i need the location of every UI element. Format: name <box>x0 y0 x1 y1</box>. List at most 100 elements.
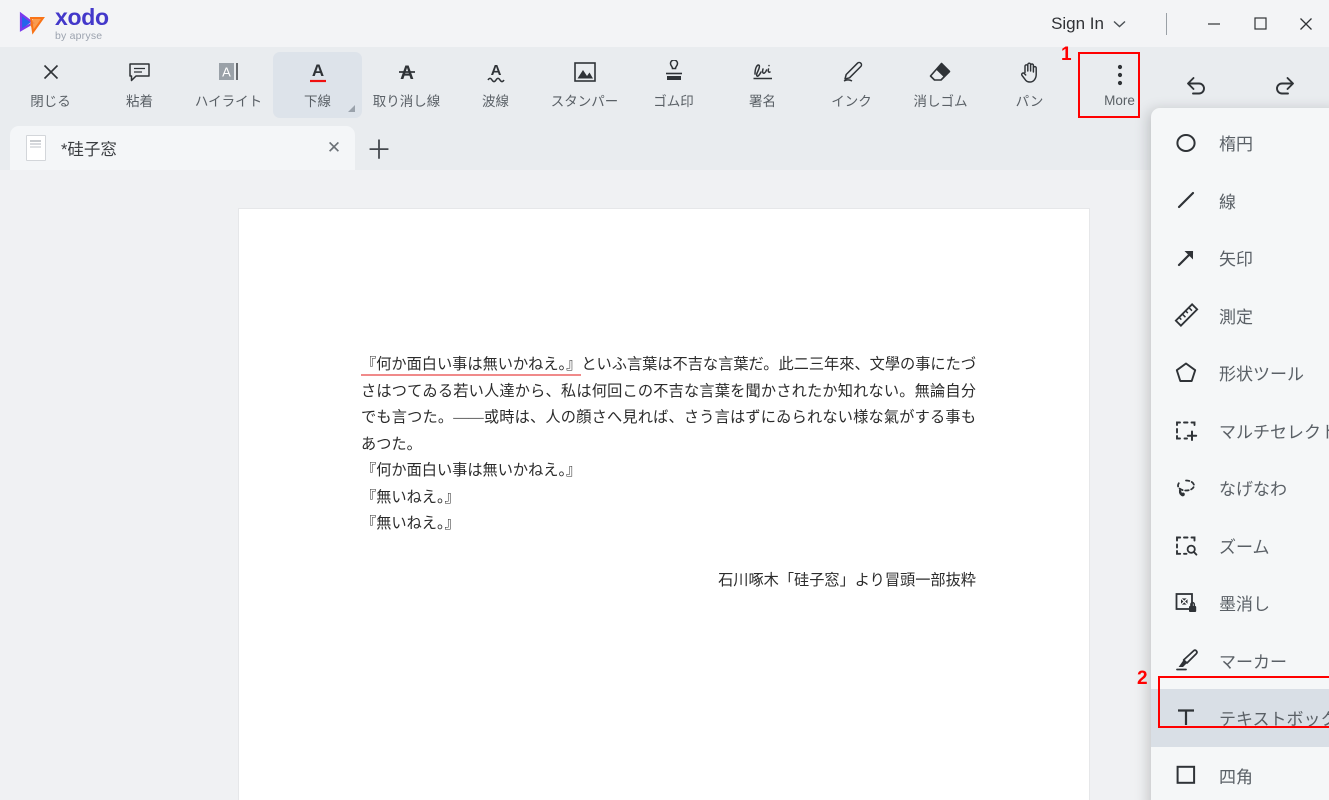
menu-item-square-label: 四角 <box>1219 767 1253 787</box>
svg-text:A: A <box>311 61 323 80</box>
tool-highlight-label: ハイライト <box>194 94 263 109</box>
title-bar: xodo by apryse Sign In <box>0 0 1329 47</box>
menu-item-arrow-label: 矢印 <box>1219 250 1253 270</box>
menu-item-measure-label: 測定 <box>1219 307 1253 327</box>
tool-sticky-note[interactable]: 粘着 <box>95 52 184 118</box>
tool-pan-label: パン <box>1015 94 1044 109</box>
stamp-image-icon <box>573 59 597 85</box>
menu-item-ellipse[interactable]: 楕円 <box>1151 114 1329 172</box>
new-tab-button[interactable]: ＋ <box>355 126 403 170</box>
tab-bar: *硅子窓 ✕ ＋ <box>0 122 1329 170</box>
undo-icon <box>1183 72 1209 98</box>
svg-text:A: A <box>400 63 414 84</box>
eraser-icon <box>928 59 953 85</box>
window-minimize-button[interactable] <box>1191 0 1237 47</box>
tool-squiggly-label: 波線 <box>482 94 509 109</box>
svg-text:A: A <box>490 62 501 79</box>
document-attribution: 石川啄木「硅子窓」より冒頭一部抜粋 <box>718 571 976 589</box>
step-number-2: 2 <box>1137 668 1148 689</box>
underline-icon: A <box>306 59 330 85</box>
highlight-icon: A <box>217 59 241 85</box>
menu-item-zoom-label: ズーム <box>1219 537 1270 557</box>
window-close-button[interactable] <box>1283 0 1329 47</box>
step-number-1: 1 <box>1061 44 1072 65</box>
zoom-select-icon <box>1171 531 1201 559</box>
marker-icon <box>1171 646 1201 674</box>
tool-stamp-image-label: スタンパー <box>550 94 619 109</box>
menu-item-lasso[interactable]: なげなわ <box>1151 459 1329 517</box>
menu-item-line-label: 線 <box>1219 192 1236 212</box>
menu-item-lasso-label: なげなわ <box>1219 480 1287 500</box>
sign-in-button[interactable]: Sign In <box>1043 9 1134 39</box>
line-icon <box>1171 186 1201 214</box>
document-line-1: 『何か面白い事は無いかねえ。』 <box>361 462 582 479</box>
menu-item-arrow[interactable]: 矢印 <box>1151 229 1329 287</box>
xodo-window: xodo by apryse Sign In 閉じる 粘着 A ハイライト A … <box>0 0 1329 800</box>
squiggly-icon: A <box>484 59 508 85</box>
multi-select-icon <box>1171 416 1201 444</box>
document-line-3: 『無いねえ。』 <box>361 515 460 532</box>
tab-close-icon[interactable]: ✕ <box>321 135 347 161</box>
menu-item-square[interactable]: 四角 <box>1151 747 1329 800</box>
tool-stamp-image[interactable]: スタンパー <box>540 52 629 118</box>
menu-item-textbox-label: テキストボックス <box>1219 710 1329 730</box>
strikeout-icon: A <box>395 59 419 85</box>
menu-item-textbox[interactable]: テキストボックス <box>1151 689 1329 747</box>
xodo-logo-icon <box>18 11 48 37</box>
tool-squiggly[interactable]: A 波線 <box>451 52 540 118</box>
underline-annotation[interactable]: 『何か面白い事は無いかねえ。』 <box>361 356 582 376</box>
brand-name: xodo <box>55 3 109 30</box>
ink-pen-icon <box>840 59 864 85</box>
polygon-shape-icon <box>1171 359 1201 387</box>
menu-item-redaction[interactable]: 墨消し <box>1151 574 1329 632</box>
menu-item-measure[interactable]: 測定 <box>1151 287 1329 345</box>
close-icon <box>41 59 61 85</box>
document-text: 『何か面白い事は無いかねえ。』といふ言葉は不吉な言葉だ。此二三年來、文學の事にた… <box>361 352 976 594</box>
sticky-note-icon <box>128 59 151 85</box>
title-divider <box>1166 12 1167 35</box>
tool-strikeout[interactable]: A 取り消し線 <box>362 52 451 118</box>
svg-text:A: A <box>222 65 231 80</box>
document-paragraph: 『何か面白い事は無いかねえ。』といふ言葉は不吉な言葉だ。此二三年來、文學の事にた… <box>361 352 976 458</box>
pdf-page: 『何か面白い事は無いかねえ。』といふ言葉は不吉な言葉だ。此二三年來、文學の事にた… <box>239 209 1089 800</box>
brand-logo: xodo by apryse <box>0 3 109 42</box>
tool-sticky-note-label: 粘着 <box>126 94 153 109</box>
menu-item-multi-select[interactable]: マルチセレクト <box>1151 402 1329 460</box>
menu-item-marker[interactable]: マーカー <box>1151 632 1329 690</box>
page-thumbnail-icon <box>26 135 46 161</box>
ellipse-icon <box>1171 129 1201 157</box>
textbox-icon <box>1171 704 1201 732</box>
tool-rubber-stamp-label: ゴム印 <box>653 94 694 109</box>
tool-signature[interactable]: 署名 <box>718 52 807 118</box>
tool-ink-label: インク <box>831 94 872 109</box>
menu-item-zoom[interactable]: ズーム <box>1151 517 1329 575</box>
menu-item-redaction-label: 墨消し <box>1219 595 1270 615</box>
tool-underline-label: 下線 <box>304 94 331 109</box>
more-vertical-icon <box>1117 62 1123 88</box>
rubber-stamp-icon <box>662 59 686 85</box>
lasso-icon <box>1171 474 1201 502</box>
redaction-icon <box>1171 589 1201 617</box>
document-tab[interactable]: *硅子窓 ✕ <box>10 126 355 170</box>
menu-item-multi-select-label: マルチセレクト <box>1219 422 1329 442</box>
menu-item-shape-tool-label: 形状ツール <box>1219 365 1304 385</box>
tool-underline[interactable]: A 下線 <box>273 51 362 118</box>
tool-more-label: More <box>1104 92 1135 108</box>
arrow-icon <box>1171 244 1201 272</box>
pdf-viewer[interactable]: 『何か面白い事は無いかねえ。』といふ言葉は不吉な言葉だ。此二三年來、文學の事にた… <box>0 170 1329 800</box>
annotation-toolbar: 閉じる 粘着 A ハイライト A 下線 A 取り消し線 A 波線 スタンパー ゴ… <box>0 47 1329 122</box>
window-maximize-button[interactable] <box>1237 0 1283 47</box>
document-line-2: 『無いねえ。』 <box>361 488 460 506</box>
menu-item-ellipse-label: 楕円 <box>1219 135 1253 155</box>
tool-highlight[interactable]: A ハイライト <box>184 52 273 118</box>
tool-rubber-stamp[interactable]: ゴム印 <box>629 52 718 118</box>
redo-icon <box>1272 72 1298 98</box>
tool-close[interactable]: 閉じる <box>6 52 95 118</box>
menu-item-line[interactable]: 線 <box>1151 172 1329 230</box>
tool-ink[interactable]: インク <box>807 52 896 118</box>
menu-item-shape-tool[interactable]: 形状ツール <box>1151 344 1329 402</box>
pan-hand-icon <box>1018 59 1042 85</box>
tool-underline-options-corner[interactable] <box>348 104 355 112</box>
tool-signature-label: 署名 <box>749 94 776 109</box>
tool-eraser[interactable]: 消しゴム <box>896 52 985 118</box>
